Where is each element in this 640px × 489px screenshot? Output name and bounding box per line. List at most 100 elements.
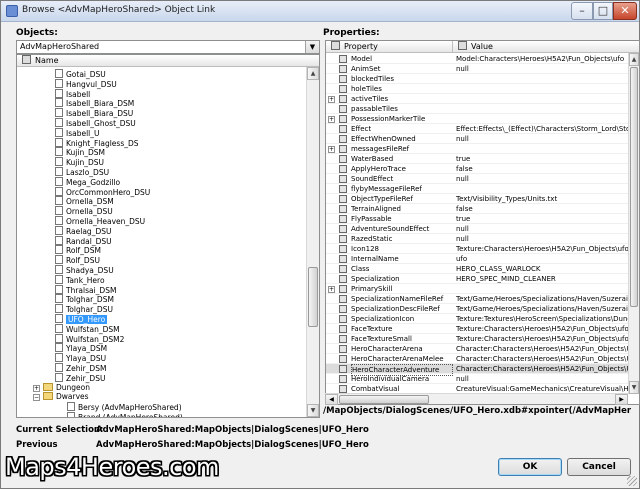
- property-value[interactable]: ufo: [456, 254, 628, 264]
- properties-horizontal-scrollbar[interactable]: ◀ ▶: [325, 393, 628, 405]
- property-value[interactable]: Character:Characters\Heroes\H5A2\Fun_Obj…: [456, 344, 628, 354]
- property-row[interactable]: + messagesFileRef: [326, 144, 629, 154]
- property-value[interactable]: Texture:Characters\Heroes\H5A2\Fun_Objec…: [456, 244, 628, 254]
- property-value[interactable]: null: [456, 134, 628, 144]
- property-row[interactable]: HeroCharacterArena Character:Characters\H…: [326, 344, 629, 354]
- tree-item[interactable]: Raelag_DSU: [55, 225, 111, 236]
- scroll-thumb[interactable]: [308, 267, 318, 327]
- tree-item[interactable]: Rolf_DSU: [55, 255, 100, 265]
- property-row[interactable]: ApplyHeroTrace false: [326, 164, 629, 174]
- property-value[interactable]: Texture:Characters\Heroes\H5A2\Fun_Objec…: [456, 324, 628, 334]
- property-row[interactable]: RazedStatic null: [326, 234, 629, 244]
- tree-folder[interactable]: − Dwarves: [33, 392, 89, 402]
- tree-item[interactable]: Wulfstan_DSM: [55, 323, 120, 334]
- tree-item[interactable]: Shadya_DSU: [55, 265, 114, 275]
- name-column-header[interactable]: Name: [17, 55, 319, 67]
- maximize-button[interactable]: □: [593, 2, 613, 20]
- property-value[interactable]: true: [456, 214, 628, 224]
- property-row[interactable]: InternalName ufo: [326, 254, 629, 264]
- property-row[interactable]: holeTiles: [326, 84, 629, 94]
- property-row[interactable]: SoundEffect null: [326, 174, 629, 184]
- properties-vertical-scrollbar[interactable]: ▲ ▼: [628, 53, 639, 394]
- property-value[interactable]: Texture:Characters\Heroes\H5A2\Fun_Objec…: [456, 334, 628, 344]
- property-value[interactable]: Text/Visibility_Types/Units.txt: [456, 194, 628, 204]
- property-row[interactable]: blockedTiles: [326, 74, 629, 84]
- property-row[interactable]: Specialization HERO_SPEC_MIND_CLEANER: [326, 274, 629, 284]
- property-value[interactable]: null: [456, 174, 628, 184]
- scroll-up-arrow-icon[interactable]: ▲: [307, 67, 319, 80]
- object-type-combo[interactable]: AdvMapHeroShared ▼: [16, 40, 320, 54]
- scroll-right-arrow-icon[interactable]: ▶: [615, 394, 628, 405]
- tree-item[interactable]: Zehir_DSU: [55, 372, 105, 383]
- scroll-thumb[interactable]: [339, 395, 429, 404]
- tree-item[interactable]: Ylaya_DSM: [55, 343, 107, 353]
- scroll-left-arrow-icon[interactable]: ◀: [325, 394, 338, 405]
- expander-icon[interactable]: +: [328, 146, 335, 153]
- minimize-button[interactable]: –: [571, 2, 593, 20]
- tree-item[interactable]: Laszlo_DSU: [55, 167, 109, 177]
- property-column-header[interactable]: Property: [326, 41, 452, 53]
- property-row[interactable]: HeroCharacterAdventure Character:Characte…: [326, 364, 629, 376]
- property-row[interactable]: WaterBased true: [326, 154, 629, 164]
- property-value[interactable]: HERO_SPEC_MIND_CLEANER: [456, 274, 628, 284]
- property-value[interactable]: null: [456, 224, 628, 234]
- property-row[interactable]: TerrainAligned false: [326, 204, 629, 214]
- tree-item[interactable]: Kujin_DSU: [55, 157, 104, 167]
- scroll-down-arrow-icon[interactable]: ▼: [307, 404, 319, 417]
- property-value[interactable]: null: [456, 64, 628, 74]
- scroll-down-arrow-icon[interactable]: ▼: [629, 381, 639, 394]
- property-row[interactable]: HeroCharacterArenaMelee Character:Charact…: [326, 354, 629, 364]
- tree-item[interactable]: Isabell_U: [55, 127, 100, 138]
- property-value[interactable]: true: [456, 154, 628, 164]
- property-value[interactable]: Model:Characters\Heroes\H5A2\Fun_Objects…: [456, 54, 628, 64]
- property-row[interactable]: SpecializationIcon Texture:Textures\HeroS…: [326, 314, 629, 324]
- property-row[interactable]: + PossessionMarkerTile: [326, 114, 629, 124]
- property-row[interactable]: Model Model:Characters\Heroes\H5A2\Fun_Ob…: [326, 54, 629, 64]
- tree-item[interactable]: Isabell_Biara_DSM: [55, 98, 134, 108]
- objects-tree[interactable]: Name Gotai_DSU Hangvul_DSU Isabell Isabell_…: [16, 54, 320, 418]
- resize-grip[interactable]: [627, 476, 637, 486]
- property-row[interactable]: SpecializationNameFileRef Text/Game/Heroe…: [326, 294, 629, 304]
- tree-item[interactable]: Tolghar_DSM: [55, 294, 114, 304]
- title-bar[interactable]: Browse <AdvMapHeroShared> Object Link – …: [1, 1, 639, 22]
- property-row[interactable]: HeroIndividualCamera null: [326, 374, 629, 384]
- tree-item[interactable]: OrcCommonHero_DSU: [55, 186, 150, 197]
- tree-item[interactable]: Mega_Godzillo: [55, 176, 120, 187]
- property-row[interactable]: Class HERO_CLASS_WARLOCK: [326, 264, 629, 274]
- tree-item[interactable]: Isabell: [55, 88, 90, 99]
- tree-item[interactable]: Knight_Flagless_DS: [55, 137, 139, 148]
- chevron-down-icon[interactable]: ▼: [305, 41, 319, 53]
- value-column-header[interactable]: Value: [452, 41, 639, 53]
- property-value[interactable]: HERO_CLASS_WARLOCK: [456, 264, 628, 274]
- tree-item[interactable]: Ornella_DSM: [55, 196, 114, 206]
- expander-icon[interactable]: +: [328, 116, 335, 123]
- cancel-button[interactable]: Cancel: [567, 458, 631, 476]
- tree-item[interactable]: Ornella_Heaven_DSU: [55, 216, 145, 226]
- expander-icon[interactable]: +: [328, 96, 335, 103]
- tree-item[interactable]: Isabell_Biara_DSU: [55, 108, 133, 118]
- tree-item[interactable]: Thralsai_DSM: [55, 284, 116, 295]
- property-row[interactable]: Icon128 Texture:Characters\Heroes\H5A2\Fu…: [326, 244, 629, 254]
- tree-item[interactable]: Bersy (AdvMapHeroShared): [67, 402, 182, 412]
- tree-item[interactable]: Kujin_DSM: [55, 147, 105, 157]
- tree-item[interactable]: Tank_Hero: [55, 274, 105, 285]
- expander-icon[interactable]: +: [328, 286, 335, 293]
- tree-item[interactable]: Ylaya_DSU: [55, 353, 106, 363]
- property-value[interactable]: false: [456, 164, 628, 174]
- property-row[interactable]: EffectWhenOwned null: [326, 134, 629, 144]
- scroll-thumb[interactable]: [630, 67, 638, 307]
- tree-item[interactable]: Brand (AdvMapHeroShared): [67, 412, 183, 417]
- property-row[interactable]: ObjectTypeFileRef Text/Visibility_Types/U…: [326, 194, 629, 204]
- property-value[interactable]: Text/Game/Heroes/Specializations/Haven/S…: [456, 294, 628, 304]
- tree-item[interactable]: Wulfstan_DSM2: [55, 333, 124, 344]
- close-button[interactable]: ✕: [613, 2, 637, 20]
- objects-vertical-scrollbar[interactable]: ▲ ▼: [306, 67, 319, 417]
- tree-item[interactable]: Gotai_DSU: [55, 69, 106, 79]
- tree-folder[interactable]: + Dungeon: [33, 382, 90, 393]
- property-row[interactable]: FaceTexture Texture:Characters\Heroes\H5A…: [326, 324, 629, 334]
- tree-item[interactable]: Hangvul_DSU: [55, 78, 117, 89]
- tree-item[interactable]: UFO_Hero: [55, 314, 108, 324]
- property-row[interactable]: passableTiles: [326, 104, 629, 114]
- tree-item[interactable]: Rolf_DSM: [55, 245, 101, 255]
- tree-item[interactable]: Zehir_DSM: [55, 363, 106, 373]
